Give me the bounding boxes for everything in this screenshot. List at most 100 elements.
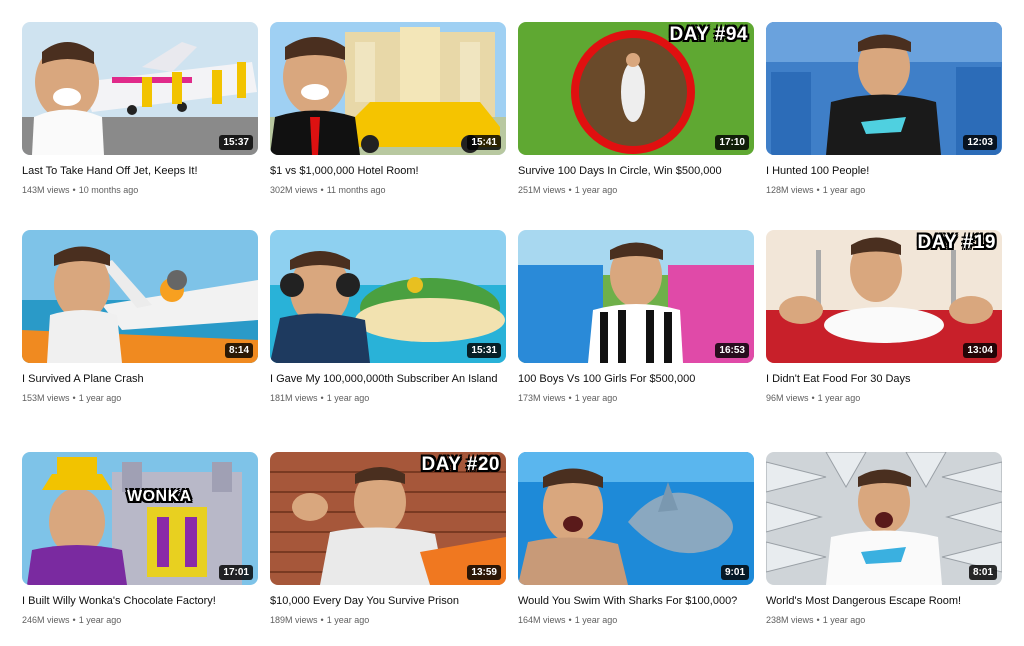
video-title[interactable]: 100 Boys Vs 100 Girls For $500,000 <box>518 372 754 387</box>
video-meta: 181M views • 1 year ago <box>270 392 506 404</box>
meta-separator: • <box>811 393 815 403</box>
view-count: 251M views <box>518 185 566 195</box>
video-thumbnail[interactable]: 8:14 <box>22 230 258 363</box>
meta-separator: • <box>568 615 572 625</box>
video-meta: 189M views • 1 year ago <box>270 614 506 626</box>
video-card[interactable]: 8:14 I Survived A Plane Crash 153M views… <box>22 230 258 404</box>
video-meta: 246M views • 1 year ago <box>22 614 258 626</box>
video-meta: 96M views • 1 year ago <box>766 392 1002 404</box>
meta-separator: • <box>320 615 324 625</box>
video-meta: 238M views • 1 year ago <box>766 614 1002 626</box>
video-card[interactable]: DAY #94 17:10 Survive 100 Days In Circle… <box>518 22 754 196</box>
view-count: 128M views <box>766 185 814 195</box>
meta-separator: • <box>568 393 572 403</box>
thumbnail-overlay-text: WONKA <box>127 488 192 505</box>
meta-separator: • <box>320 393 324 403</box>
upload-age: 1 year ago <box>822 185 866 195</box>
video-card[interactable]: DAY #19 13:04 I Didn't Eat Food For 30 D… <box>766 230 1002 404</box>
video-duration: 13:04 <box>963 343 997 358</box>
video-title[interactable]: Last To Take Hand Off Jet, Keeps It! <box>22 164 258 179</box>
video-thumbnail[interactable]: 8:01 <box>766 452 1002 585</box>
video-duration: 17:01 <box>219 565 253 580</box>
meta-separator: • <box>72 185 76 195</box>
video-duration: 13:59 <box>467 565 501 580</box>
view-count: 238M views <box>766 615 814 625</box>
meta-separator: • <box>568 185 572 195</box>
video-duration: 16:53 <box>715 343 749 358</box>
video-meta: 164M views • 1 year ago <box>518 614 754 626</box>
video-duration: 8:14 <box>224 343 253 358</box>
video-duration: 15:41 <box>467 135 501 150</box>
video-duration: 9:01 <box>720 565 749 580</box>
video-title[interactable]: Survive 100 Days In Circle, Win $500,000 <box>518 164 754 179</box>
thumbnail-overlay-text: DAY #94 <box>669 24 748 45</box>
video-thumbnail[interactable]: 9:01 <box>518 452 754 585</box>
video-card[interactable]: 15:41 $1 vs $1,000,000 Hotel Room! 302M … <box>270 22 506 196</box>
video-thumbnail[interactable]: DAY #19 13:04 <box>766 230 1002 363</box>
video-card[interactable]: 15:37 Last To Take Hand Off Jet, Keeps I… <box>22 22 258 196</box>
video-card[interactable]: 12:03 I Hunted 100 People! 128M views • 1 … <box>766 22 1002 196</box>
video-card[interactable]: DAY #20 13:59 $10,000 Every Day You Surv… <box>270 452 506 626</box>
video-title[interactable]: I Didn't Eat Food For 30 Days <box>766 372 1002 387</box>
view-count: 96M views <box>766 393 809 403</box>
video-thumbnail[interactable]: 16:53 <box>518 230 754 363</box>
video-duration: 17:10 <box>715 135 749 150</box>
upload-age: 1 year ago <box>574 393 618 403</box>
upload-age: 1 year ago <box>78 393 122 403</box>
video-card[interactable]: 9:01 Would You Swim With Sharks For $100… <box>518 452 754 626</box>
video-meta: 302M views • 11 months ago <box>270 184 506 196</box>
thumbnail-overlay-text: DAY #20 <box>421 454 500 475</box>
meta-separator: • <box>816 185 820 195</box>
video-title[interactable]: I Gave My 100,000,000th Subscriber An Is… <box>270 372 506 387</box>
video-thumbnail[interactable]: DAY #20 13:59 <box>270 452 506 585</box>
video-duration: 8:01 <box>968 565 997 580</box>
video-title[interactable]: World's Most Dangerous Escape Room! <box>766 594 1002 609</box>
video-meta: 128M views • 1 year ago <box>766 184 1002 196</box>
video-title[interactable]: $10,000 Every Day You Survive Prison <box>270 594 506 609</box>
video-meta: 251M views • 1 year ago <box>518 184 754 196</box>
video-card[interactable]: WONKA 17:01 I Built Willy Wonka's Chocol… <box>22 452 258 626</box>
video-title[interactable]: $1 vs $1,000,000 Hotel Room! <box>270 164 506 179</box>
video-meta: 143M views • 10 months ago <box>22 184 258 196</box>
view-count: 164M views <box>518 615 566 625</box>
meta-separator: • <box>72 393 76 403</box>
upload-age: 1 year ago <box>574 185 618 195</box>
video-thumbnail[interactable]: 15:31 <box>270 230 506 363</box>
upload-age: 11 months ago <box>326 185 386 195</box>
view-count: 181M views <box>270 393 318 403</box>
meta-separator: • <box>72 615 76 625</box>
video-card[interactable]: 15:31 I Gave My 100,000,000th Subscriber… <box>270 230 506 404</box>
video-card[interactable]: 16:53 100 Boys Vs 100 Girls For $500,000… <box>518 230 754 404</box>
video-duration: 12:03 <box>963 135 997 150</box>
view-count: 302M views <box>270 185 318 195</box>
video-meta: 173M views • 1 year ago <box>518 392 754 404</box>
upload-age: 1 year ago <box>326 393 370 403</box>
video-meta: 153M views • 1 year ago <box>22 392 258 404</box>
upload-age: 10 months ago <box>78 185 139 195</box>
video-thumbnail[interactable]: 15:37 <box>22 22 258 155</box>
video-grid: 15:37 Last To Take Hand Off Jet, Keeps I… <box>0 0 1024 646</box>
video-title[interactable]: I Hunted 100 People! <box>766 164 1002 179</box>
view-count: 143M views <box>22 185 70 195</box>
upload-age: 1 year ago <box>822 615 866 625</box>
video-card[interactable]: 8:01 World's Most Dangerous Escape Room!… <box>766 452 1002 626</box>
upload-age: 1 year ago <box>78 615 122 625</box>
video-title[interactable]: I Built Willy Wonka's Chocolate Factory! <box>22 594 258 609</box>
video-thumbnail[interactable]: WONKA 17:01 <box>22 452 258 585</box>
meta-separator: • <box>320 185 324 195</box>
upload-age: 1 year ago <box>817 393 861 403</box>
upload-age: 1 year ago <box>326 615 370 625</box>
video-title[interactable]: I Survived A Plane Crash <box>22 372 258 387</box>
video-thumbnail[interactable]: 12:03 <box>766 22 1002 155</box>
video-duration: 15:31 <box>467 343 501 358</box>
view-count: 189M views <box>270 615 318 625</box>
view-count: 246M views <box>22 615 70 625</box>
meta-separator: • <box>816 615 820 625</box>
thumbnail-overlay-text: DAY #19 <box>917 232 996 253</box>
view-count: 153M views <box>22 393 70 403</box>
upload-age: 1 year ago <box>574 615 618 625</box>
video-thumbnail[interactable]: 15:41 <box>270 22 506 155</box>
video-title[interactable]: Would You Swim With Sharks For $100,000? <box>518 594 754 609</box>
view-count: 173M views <box>518 393 566 403</box>
video-thumbnail[interactable]: DAY #94 17:10 <box>518 22 754 155</box>
